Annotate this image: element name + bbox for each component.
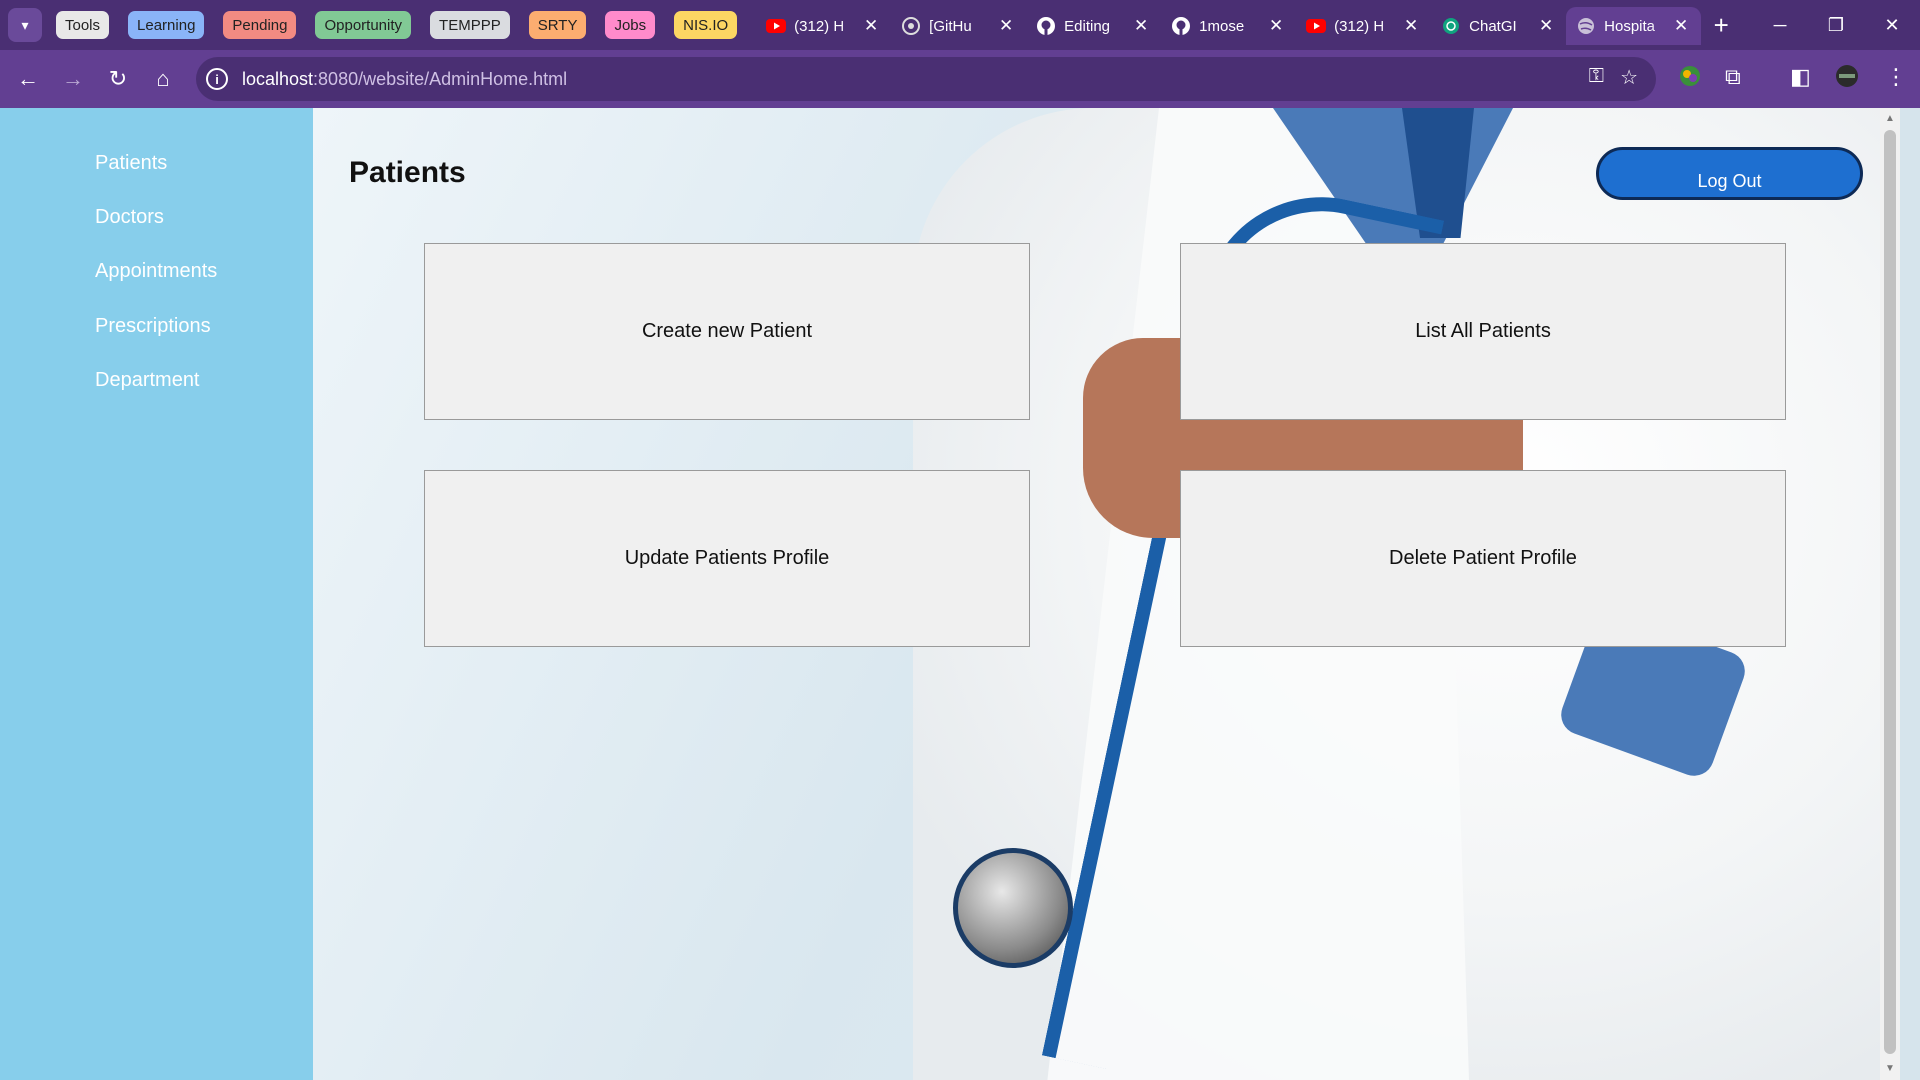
youtube-icon [1306,16,1327,36]
tab-group-nisio[interactable]: NIS.IO [674,11,738,39]
home-icon[interactable]: ⌂ [141,57,185,101]
url-host: localhost [242,68,314,89]
browser-tab[interactable]: Editing ✕ [1026,7,1161,45]
create-patient-button[interactable]: Create new Patient [424,243,1030,420]
youtube-icon [766,16,787,36]
browser-tab[interactable]: (312) H ✕ [756,7,891,45]
github-icon [1171,16,1191,36]
scroll-up-icon[interactable]: ▲ [1880,110,1900,128]
tab-title: (312) H [1334,17,1385,35]
page-title: Patients [349,156,466,189]
sidebar-item-prescriptions[interactable]: Prescriptions [95,315,211,338]
list-patients-button[interactable]: List All Patients [1180,243,1786,420]
bookmark-star-icon[interactable]: ☆ [1620,65,1638,90]
sidebar-item-appointments[interactable]: Appointments [95,260,217,283]
close-tab-icon[interactable]: ✕ [996,16,1016,36]
tab-group-pending[interactable]: Pending [223,11,297,39]
tab-title: ChatGI [1469,17,1517,35]
browser-tab[interactable]: [GitHu ✕ [891,7,1026,45]
password-key-icon[interactable]: ⚿ [1589,65,1604,88]
tab-group-temppp[interactable]: TEMPPP [430,11,510,39]
close-tab-icon[interactable]: ✕ [1401,16,1421,36]
tab-group-tools[interactable]: Tools [56,11,110,39]
profile-avatar[interactable] [1835,64,1859,94]
browser-tabs: (312) H ✕ [GitHu ✕ Editing ✕ 1mose ✕ (31… [756,0,1741,50]
reload-icon[interactable]: ↻ [96,57,140,101]
sidebar-item-doctors[interactable]: Doctors [95,206,164,229]
logout-button[interactable]: Log Out [1596,147,1863,200]
close-tab-icon[interactable]: ✕ [861,16,881,36]
back-arrow-icon[interactable]: ← [6,57,50,101]
scrollbar-thumb[interactable] [1884,130,1896,1054]
tab-title: Editing [1064,17,1111,35]
extensions-puzzle-icon[interactable]: ⧉ [1725,64,1741,90]
sidebar-item-patients[interactable]: Patients [95,152,167,175]
chatgpt-icon [1441,16,1461,36]
update-patient-button[interactable]: Update Patients Profile [424,470,1030,647]
github-copilot-icon [901,16,921,36]
main-content: Patients Log Out Create new Patient List… [313,108,1900,1080]
close-tab-icon[interactable]: ✕ [1671,16,1691,36]
tab-search-chevron-icon[interactable]: ▾ [8,8,42,42]
sidebar: Patients Doctors Appointments Prescripti… [0,108,313,1080]
url-path: :8080/website/AdminHome.html [313,68,568,89]
tab-title: 1mose [1199,17,1245,35]
forward-arrow-icon[interactable]: → [51,57,95,101]
vertical-scrollbar[interactable]: ▲ ▼ [1880,108,1900,1080]
menu-kebab-icon[interactable]: ⋮ [1885,64,1907,90]
close-tab-icon[interactable]: ✕ [1131,16,1151,36]
tab-title: [GitHu [929,17,972,35]
tab-group-learning[interactable]: Learning [128,11,205,39]
browser-tab[interactable]: (312) H ✕ [1296,7,1431,45]
scroll-down-icon[interactable]: ▼ [1880,1060,1900,1078]
tab-groups: Tools Learning Pending Opportunity TEMPP… [56,11,756,39]
tab-title: Hospita [1604,17,1656,35]
browser-tab[interactable]: 1mose ✕ [1161,7,1296,45]
extension-colorful-icon[interactable] [1678,64,1702,94]
page-viewport: Patients Doctors Appointments Prescripti… [0,108,1920,1080]
close-tab-icon[interactable]: ✕ [1536,16,1556,36]
close-tab-icon[interactable]: ✕ [1266,16,1286,36]
tab-group-jobs[interactable]: Jobs [605,11,656,39]
tab-group-opportunity[interactable]: Opportunity [315,11,412,39]
browser-toolbar: ← → ↻ ⌂ i localhost:8080/website/AdminHo… [0,50,1920,108]
restore-icon[interactable]: ❐ [1808,0,1864,50]
side-panel-icon[interactable]: ◧ [1790,64,1811,90]
tab-title: (312) H [794,17,845,35]
browser-tab-bar: ▾ Tools Learning Pending Opportunity TEM… [0,0,1920,50]
tab-group-srty[interactable]: SRTY [528,11,587,39]
close-window-icon[interactable]: ✕ [1864,0,1920,50]
new-tab-plus-icon[interactable]: + [1701,10,1741,41]
globe-icon [1576,16,1596,36]
github-icon [1036,16,1056,36]
url-text[interactable]: localhost:8080/website/AdminHome.html [242,69,567,90]
minimize-icon[interactable]: ─ [1752,0,1808,50]
window-controls: ─ ❐ ✕ [1752,0,1920,50]
address-bar[interactable]: i localhost:8080/website/AdminHome.html … [196,57,1656,101]
browser-tab[interactable]: ChatGI ✕ [1431,7,1566,45]
site-info-icon[interactable]: i [206,68,228,90]
browser-tab-active[interactable]: Hospita ✕ [1566,7,1702,45]
sidebar-item-department[interactable]: Department [95,369,200,392]
delete-patient-button[interactable]: Delete Patient Profile [1180,470,1786,647]
